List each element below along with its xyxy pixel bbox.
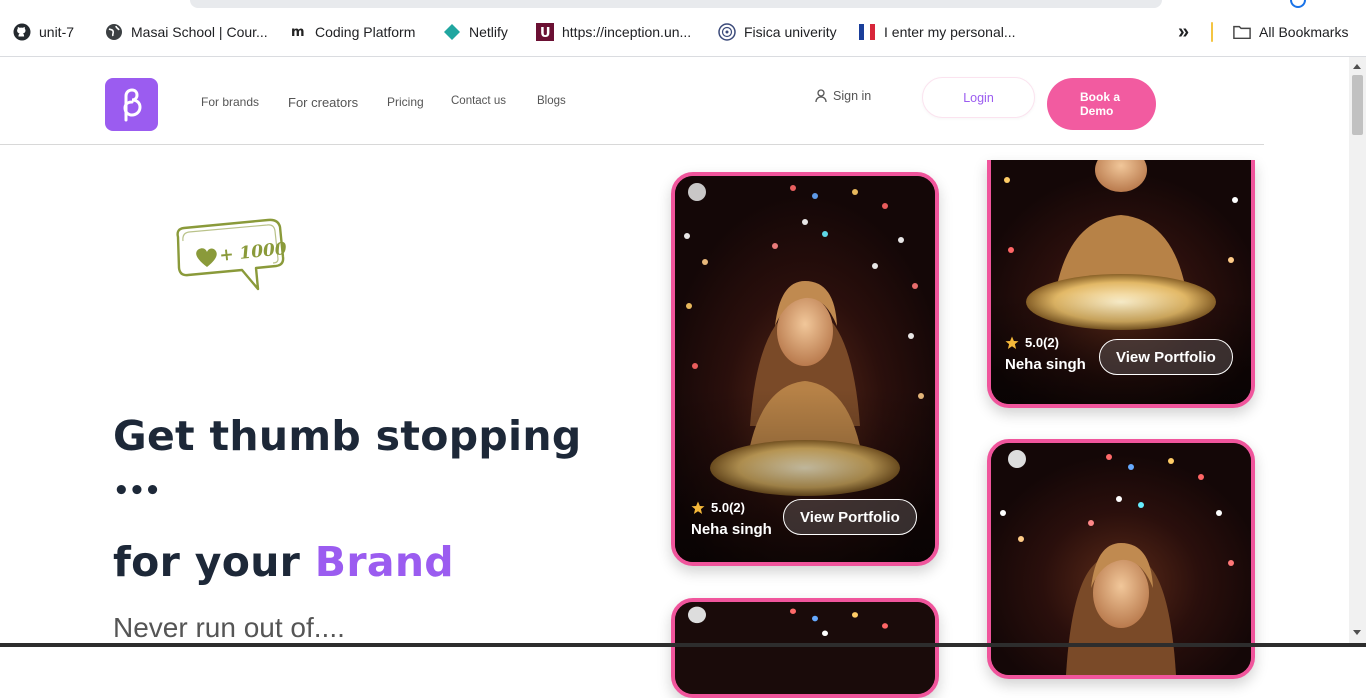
hero-dots: ••• (113, 476, 161, 506)
rating-value: 5.0(2) (1025, 335, 1059, 350)
bookmark-netlify[interactable]: Netlify (443, 20, 508, 44)
star-icon (691, 501, 705, 514)
creator-name: Neha singh (691, 521, 772, 538)
nav-for-brands[interactable]: For brands (201, 95, 259, 109)
view-portfolio-label: View Portfolio (800, 508, 900, 526)
nav-pricing[interactable]: Pricing (387, 95, 424, 109)
bookmark-label: Coding Platform (315, 24, 416, 40)
bookmark-label: https://inception.un... (562, 24, 692, 40)
user-icon (815, 89, 827, 103)
bookmark-label: Masai School | Cour... (131, 24, 268, 40)
bookmarks-bar: unit-7 Masai School | Cour... m Coding P… (0, 0, 1366, 57)
bookmark-label: I enter my personal... (884, 24, 1016, 40)
hero-brand-word: Brand (314, 538, 454, 586)
taskbar-edge (0, 643, 1366, 647)
emblem-icon (718, 23, 736, 41)
sign-in-link[interactable]: Sign in (815, 89, 871, 103)
svg-text:U: U (540, 26, 551, 41)
star-icon (1005, 336, 1019, 349)
all-bookmarks-button[interactable]: All Bookmarks (1233, 20, 1348, 44)
bookmarks-divider (1211, 22, 1213, 42)
scroll-down-arrow-icon[interactable] (1353, 630, 1361, 635)
view-portfolio-label: View Portfolio (1116, 348, 1216, 366)
bookmark-inception[interactable]: U https://inception.un... (536, 20, 691, 44)
book-demo-button[interactable]: Book a Demo (1047, 78, 1156, 130)
rating-value: 5.0(2) (711, 500, 745, 515)
view-portfolio-button[interactable]: View Portfolio (1099, 339, 1233, 375)
hero-line3-prefix: for your (113, 538, 315, 586)
bookmark-unit-7[interactable]: unit-7 (13, 20, 74, 44)
logo-icon (122, 87, 142, 121)
nav-blogs[interactable]: Blogs (537, 95, 566, 107)
bookmark-masai-school[interactable]: Masai School | Cour... (105, 20, 268, 44)
sign-in-label: Sign in (833, 89, 872, 103)
creator-name: Neha singh (1005, 356, 1086, 373)
bookmark-label: Netlify (469, 24, 508, 40)
bookmark-label: unit-7 (39, 24, 75, 40)
bookmark-fisica[interactable]: Fisica univerity (718, 20, 837, 44)
view-portfolio-button[interactable]: View Portfolio (783, 499, 917, 535)
scroll-up-arrow-icon[interactable] (1353, 64, 1361, 69)
bookmark-label: Fisica univerity (744, 24, 837, 40)
brand-logo[interactable] (105, 78, 158, 131)
login-label: Login (963, 90, 994, 105)
heart-icon (196, 248, 217, 267)
profile-icon[interactable] (1290, 0, 1306, 8)
likes-badge: + 1000 (176, 218, 288, 291)
netlify-icon (443, 23, 461, 41)
book-demo-line1: Book a (1080, 90, 1121, 104)
creator-info: 5.0(2) Neha singh (1005, 335, 1086, 373)
github-icon (13, 23, 31, 41)
folder-icon (1233, 23, 1251, 41)
globe-icon (105, 23, 123, 41)
all-bookmarks-label: All Bookmarks (1259, 24, 1349, 40)
bookmark-coding-platform[interactable]: m Coding Platform (289, 20, 415, 44)
flag-icon (858, 23, 876, 41)
chevron-double-right-icon: » (1178, 20, 1190, 43)
nav-contact-us[interactable]: Contact us (451, 95, 506, 107)
creator-photo (991, 443, 1251, 675)
bookmark-personal[interactable]: I enter my personal... (858, 20, 1016, 44)
hero-subtitle: Never run out of.... (113, 612, 345, 643)
address-bar-edge[interactable] (190, 0, 1162, 8)
u-icon: U (536, 23, 554, 41)
svg-text:m: m (291, 25, 305, 40)
rating: 5.0(2) (691, 500, 772, 515)
nav-for-creators[interactable]: For creators (288, 95, 358, 110)
more-bookmarks-button[interactable]: » (1178, 20, 1189, 44)
scroll-thumb[interactable] (1352, 75, 1363, 135)
masai-m-icon: m (289, 23, 307, 41)
creator-info: 5.0(2) Neha singh (691, 500, 772, 538)
creator-card[interactable] (671, 598, 939, 698)
book-demo-label: Book a Demo (1080, 90, 1120, 118)
login-button[interactable]: Login (922, 77, 1035, 118)
hero-line1: Get thumb stopping (113, 412, 582, 460)
creator-card[interactable]: 5.0(2) Neha singh View Portfolio (987, 160, 1255, 408)
book-demo-line2: Demo (1080, 104, 1114, 118)
rating: 5.0(2) (1005, 335, 1086, 350)
hero-line3: for your Brand (113, 538, 454, 586)
page-scrollbar[interactable] (1349, 57, 1366, 643)
nav-divider (0, 144, 1264, 145)
creator-photo (675, 602, 935, 694)
creator-card[interactable]: 5.0(2) Neha singh View Portfolio (671, 172, 939, 566)
